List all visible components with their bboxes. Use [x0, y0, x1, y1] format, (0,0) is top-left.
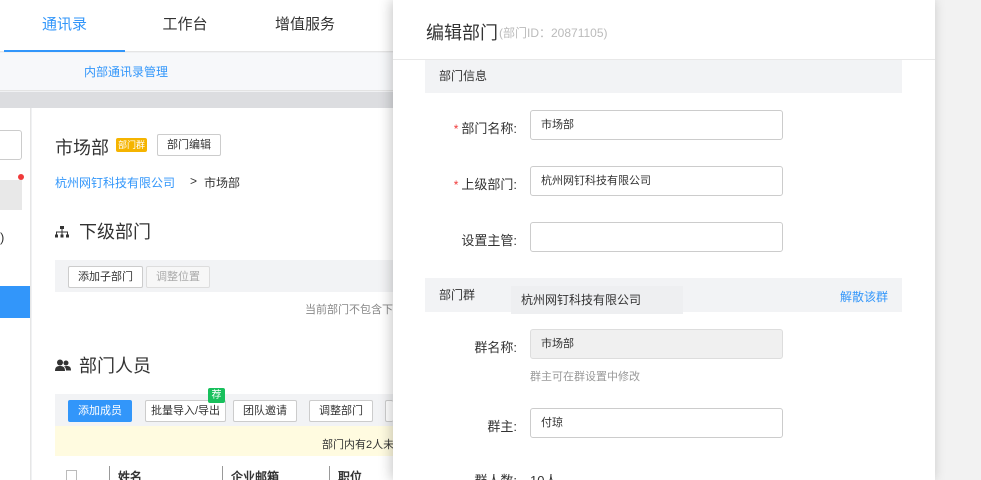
column-header-name: 姓名 [118, 470, 143, 480]
tab-contacts[interactable]: 通讯录 [4, 0, 125, 52]
department-content: 市场部 部门群 部门编辑 杭州网钉科技有限公司 > 市场部 下级部门 添加子部门… [32, 108, 395, 480]
more-button[interactable] [385, 400, 393, 422]
group-company-name: 杭州网钉科技有限公司 [511, 286, 683, 314]
breadcrumb-separator: > [190, 174, 198, 188]
members-notice-text: 部门内有2人未 [322, 439, 395, 451]
team-invite-button[interactable]: 团队邀请 [233, 400, 297, 422]
members-heading-text: 部门人员 [79, 356, 151, 376]
required-asterisk-icon: * [453, 122, 459, 136]
parent-department-select[interactable]: 杭州网钉科技有限公司 [530, 166, 783, 196]
column-separator [109, 466, 110, 480]
sidebar: ) [0, 108, 31, 480]
breadcrumb-company-link[interactable]: 杭州网钉科技有限公司 [55, 174, 175, 191]
add-subdepartment-button[interactable]: 添加子部门 [68, 266, 143, 288]
column-header-email: 企业邮箱 [231, 470, 280, 480]
sidebar-item-active[interactable] [0, 286, 30, 318]
users-icon [55, 359, 73, 375]
sidebar-item-selected[interactable] [0, 180, 22, 210]
subnav-internal-contacts[interactable]: 内部通讯录管理 [84, 53, 168, 91]
group-count-value: 10人 [530, 470, 557, 480]
notification-dot [18, 174, 24, 180]
sidebar-search-input[interactable] [0, 130, 22, 160]
panel-title: 编辑部门 [426, 23, 498, 43]
column-separator [222, 466, 223, 480]
section-department-info-label: 部门信息 [439, 69, 488, 83]
page-right-margin [935, 0, 981, 480]
column-separator [329, 466, 330, 480]
manager-label: 设置主管: [461, 233, 517, 248]
edit-department-button[interactable]: 部门编辑 [157, 134, 221, 156]
department-title: 市场部 [55, 138, 109, 158]
adjust-position-button[interactable]: 调整位置 [146, 266, 210, 288]
group-name-hint: 群主可在群设置中修改 [530, 371, 640, 383]
department-group-badge: 部门群 [116, 138, 148, 152]
select-all-checkbox[interactable] [66, 470, 77, 480]
department-name-input[interactable]: 市场部 [530, 110, 783, 140]
add-member-button[interactable]: 添加成员 [68, 400, 132, 422]
section-department-group-label: 部门群 [439, 288, 476, 302]
org-tree-icon [55, 225, 73, 241]
tab-workbench[interactable]: 工作台 [145, 0, 225, 52]
required-asterisk-icon: * [453, 178, 459, 192]
sidebar-item-count: ) [0, 230, 5, 245]
group-count-label: 群人数: [393, 470, 517, 480]
breadcrumb-current: 市场部 [204, 176, 241, 190]
column-header-position: 职位 [338, 470, 363, 480]
dissolve-group-link[interactable]: 解散该群 [840, 288, 888, 305]
department-id: (部门ID：20871105) [499, 26, 608, 40]
subdepartments-heading-text: 下级部门 [79, 222, 151, 242]
batch-import-export-button[interactable]: 批量导入/导出 [145, 400, 227, 422]
parent-department-label: * 上级部门: [393, 174, 517, 193]
department-name-label: * 部门名称: [393, 118, 517, 137]
adjust-department-button[interactable]: 调整部门 [309, 400, 373, 422]
tab-value-added[interactable]: 增值服务 [262, 0, 348, 52]
group-name-field: 市场部 [530, 329, 783, 359]
manager-input[interactable] [530, 222, 783, 252]
empty-subdepartments-text: 当前部门不包含下 [305, 304, 393, 316]
edit-department-panel: 编辑部门 (部门ID：20871105) 部门信息 * 部门名称: 市场部 * 上级… [393, 0, 935, 480]
members-heading: 部门人员 [55, 352, 151, 378]
department-name-label-text: 部门名称: [461, 121, 517, 136]
group-owner-label: 群主: [487, 419, 517, 434]
panel-header: 编辑部门 (部门ID：20871105) [393, 0, 935, 60]
subdepartments-heading: 下级部门 [55, 218, 151, 244]
group-name-label: 群名称: [474, 340, 517, 355]
section-department-info: 部门信息 [425, 60, 902, 93]
parent-department-label-text: 上级部门: [461, 177, 517, 192]
recommend-badge: 荐 [208, 388, 225, 403]
group-owner-input[interactable]: 付琼 [530, 408, 783, 438]
